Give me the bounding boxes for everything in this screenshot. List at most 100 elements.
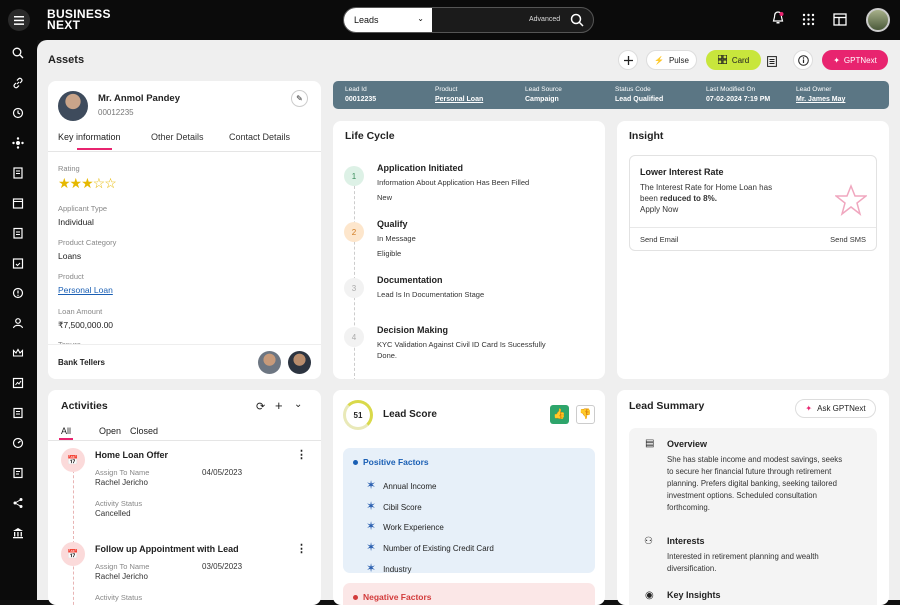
field-label: Rating — [58, 164, 80, 173]
tab-closed[interactable]: Closed — [130, 426, 158, 436]
badge-star-icon: ✶ — [366, 519, 377, 534]
activity-title[interactable]: Follow up Appointment with Lead — [95, 544, 239, 554]
positive-factors-panel: Positive Factors ✶ Annual Income ✶ Cibil S… — [343, 448, 595, 575]
profile-name: Mr. Anmol Pandey — [98, 93, 180, 104]
calendar-check-icon[interactable] — [11, 256, 25, 270]
info-button[interactable] — [793, 50, 813, 70]
step-desc: Eligible — [377, 249, 402, 258]
tab-all[interactable]: All — [61, 426, 71, 436]
step-number: 1 — [344, 166, 364, 186]
sparkle-icon: ✦ — [805, 404, 813, 413]
card-view-button[interactable]: Card — [706, 50, 761, 70]
step-number: 3 — [344, 278, 364, 298]
summary-panel: ▤ Overview She has stable income and mod… — [629, 428, 877, 605]
gptnext-button[interactable]: ✦ GPTNext — [822, 50, 888, 70]
lead-owner-field[interactable]: Lead Owner Mr. James May — [796, 85, 845, 105]
send-sms-button[interactable]: Send SMS — [830, 235, 866, 244]
global-search: Leads ⌄ Advanced — [343, 7, 594, 33]
document-icon[interactable] — [11, 166, 25, 180]
add-icon[interactable]: + — [275, 398, 283, 413]
tab-key-information[interactable]: Key information — [58, 132, 121, 142]
network-icon[interactable] — [11, 136, 25, 150]
search-icon[interactable] — [11, 46, 25, 60]
overview-text: She has stable income and modest savings… — [667, 455, 843, 512]
send-email-button[interactable]: Send Email — [640, 235, 678, 244]
assignee: Rachel Jericho — [95, 572, 148, 581]
divider — [48, 151, 321, 152]
share-icon[interactable] — [11, 496, 25, 510]
add-button[interactable] — [618, 50, 638, 70]
activity-status: Cancelled — [95, 509, 131, 518]
step-desc: In Message — [377, 234, 416, 243]
pulse-button[interactable]: ⚡ Pulse — [646, 50, 697, 70]
offer-line: The Interest Rate for Home Loan has — [640, 183, 773, 192]
lead-summary-title: Lead Summary — [629, 400, 705, 412]
product-link[interactable]: Personal Loan — [58, 285, 113, 295]
divider — [48, 440, 321, 441]
offer-line: Apply Now — [640, 205, 679, 214]
field-value: Individual — [58, 217, 94, 227]
life-cycle-title: Life Cycle — [345, 130, 395, 142]
user-avatar[interactable] — [866, 8, 890, 32]
edit-icon[interactable]: ✎ — [291, 90, 308, 107]
factor-item: ✶ Annual Income — [366, 478, 437, 492]
menu-icon[interactable] — [8, 9, 30, 31]
thumbs-down-icon[interactable]: 👎 — [576, 405, 595, 424]
assign-label: Assign To Name — [95, 562, 150, 571]
search-icon[interactable] — [570, 13, 584, 32]
sparkle-icon: ✦ — [833, 55, 840, 65]
overview-title: Overview — [667, 439, 708, 449]
lead-source-field: Lead Source Campaign — [525, 86, 562, 103]
pulse-icon: ⚡ — [654, 55, 664, 65]
advanced-search-link[interactable]: Advanced — [529, 16, 560, 23]
more-options-icon[interactable]: ⋮ — [296, 448, 307, 461]
search-module-select[interactable]: Leads ⌄ — [344, 8, 432, 32]
assign-label: Assign To Name — [95, 468, 150, 477]
calendar-icon[interactable] — [11, 196, 25, 210]
history-icon[interactable] — [11, 106, 25, 120]
tab-open[interactable]: Open — [99, 426, 121, 436]
step-desc: Done. — [377, 351, 398, 360]
dashboard-icon[interactable] — [11, 436, 25, 450]
status-label: Activity Status — [95, 499, 143, 508]
badge-star-icon: ✶ — [366, 540, 377, 555]
thumbs-up-icon[interactable]: 👍 — [550, 405, 569, 424]
clipboard-icon[interactable] — [11, 226, 25, 240]
page-title: Assets — [48, 54, 85, 66]
activity-calendar-icon: 📅 — [61, 542, 85, 566]
field-value: Loans — [58, 251, 82, 261]
apps-grid-icon[interactable] — [802, 13, 815, 31]
negative-factors-title: Negative Factors — [353, 592, 432, 602]
link-icon[interactable] — [11, 76, 25, 90]
refresh-icon[interactable]: ⟳ — [256, 400, 265, 413]
activities-card: Activities ⟳ + ⌄ All Open Closed 📅 Home … — [48, 390, 321, 605]
lead-score-gauge: 51 — [343, 400, 373, 430]
lead-summary-card: Lead Summary ✦ Ask GPTNext ▤ Overview She… — [617, 390, 889, 605]
tab-contact-details[interactable]: Contact Details — [229, 132, 290, 142]
ask-gptnext-button[interactable]: ✦ Ask GPTNext — [795, 399, 876, 418]
activity-date: 03/05/2023 — [202, 562, 243, 571]
card-grid-icon — [717, 54, 728, 66]
notification-bell-icon[interactable] — [772, 11, 784, 30]
field-label: Loan Amount — [58, 307, 103, 316]
activity-title[interactable]: Home Loan Offer — [95, 450, 168, 460]
list-view-icon[interactable] — [767, 54, 777, 72]
crown-icon[interactable] — [11, 346, 25, 360]
chevron-down-icon[interactable]: ⌄ — [294, 399, 302, 410]
report-icon[interactable] — [11, 376, 25, 390]
step-number: 2 — [344, 222, 364, 242]
teller-avatar[interactable] — [288, 351, 311, 374]
more-options-icon[interactable]: ⋮ — [296, 542, 307, 555]
teller-avatar[interactable] — [258, 351, 281, 374]
lead-product-field[interactable]: Product Personal Loan — [435, 85, 483, 105]
bank-icon[interactable] — [11, 526, 25, 540]
status-code-field: Status Code Lead Qualified — [615, 86, 664, 103]
lead-score-card: 51 Lead Score 👍 👎 Positive Factors ✶ Annu… — [333, 390, 605, 605]
active-tab-indicator — [77, 148, 112, 150]
list-icon[interactable] — [11, 406, 25, 420]
tab-other-details[interactable]: Other Details — [151, 132, 204, 142]
layout-icon[interactable] — [833, 13, 847, 31]
alert-icon[interactable] — [11, 286, 25, 300]
notes-icon[interactable] — [11, 466, 25, 480]
user-icon[interactable] — [11, 316, 25, 330]
